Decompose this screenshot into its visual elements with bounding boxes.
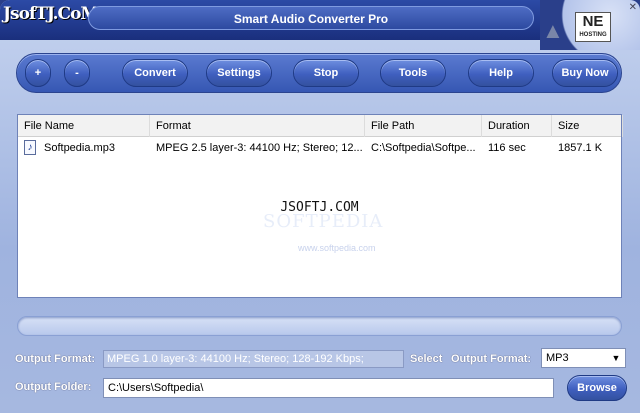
chevron-down-icon[interactable]: ▼ bbox=[609, 350, 623, 366]
softpedia-url-watermark: www.softpedia.com bbox=[298, 243, 376, 253]
skin-icon[interactable]: ▲ bbox=[542, 18, 566, 43]
table-row[interactable]: ♪ Softpedia.mp3 MPEG 2.5 layer-3: 44100 … bbox=[18, 138, 621, 158]
add-files-button[interactable]: + bbox=[25, 59, 51, 87]
app-window: JsofTJ.CoM Smart Audio Converter Pro ▲ N… bbox=[0, 0, 640, 413]
convert-button[interactable]: Convert bbox=[122, 59, 188, 87]
tools-button[interactable]: Tools bbox=[380, 59, 446, 87]
select-output-format-label: Output Format: bbox=[451, 353, 532, 365]
column-header-format[interactable]: Format bbox=[150, 115, 365, 137]
main-toolbar: + - Convert Settings Stop Tools Help Buy… bbox=[16, 53, 622, 93]
hosting-badge-subtext: HOSTING bbox=[579, 32, 607, 38]
title-pill: Smart Audio Converter Pro bbox=[88, 6, 534, 30]
jsoftj-watermark: JSOFTJ.COM bbox=[280, 200, 359, 215]
help-button[interactable]: Help bbox=[468, 59, 534, 87]
column-header-file-path[interactable]: File Path bbox=[365, 115, 482, 137]
cell-size: 1857.1 K bbox=[558, 142, 603, 154]
column-header-size[interactable]: Size bbox=[552, 115, 623, 137]
conversion-progress-bar bbox=[17, 316, 622, 336]
buy-now-button[interactable]: Buy Now bbox=[552, 59, 618, 87]
browse-button[interactable]: Browse bbox=[567, 375, 627, 401]
app-logo: JsofTJ.CoM bbox=[3, 4, 99, 24]
file-list-header: File Name Format File Path Duration Size bbox=[18, 115, 623, 137]
cell-file-name: Softpedia.mp3 bbox=[44, 142, 115, 154]
close-icon[interactable]: ✕ bbox=[629, 2, 637, 13]
select-label: Select bbox=[410, 353, 443, 365]
output-folder-field[interactable]: C:\Users\Softpedia\ bbox=[103, 378, 554, 398]
output-format-label: Output Format: bbox=[15, 353, 96, 365]
output-format-select[interactable]: MP3 ▼ bbox=[541, 348, 626, 368]
output-folder-label: Output Folder: bbox=[15, 381, 92, 393]
file-list[interactable]: File Name Format File Path Duration Size… bbox=[17, 114, 623, 298]
hosting-badge-text: NE bbox=[582, 13, 604, 30]
cell-format: MPEG 2.5 layer-3: 44100 Hz; Stereo; 12..… bbox=[156, 142, 363, 154]
column-header-file-name[interactable]: File Name bbox=[18, 115, 150, 137]
column-header-duration[interactable]: Duration bbox=[482, 115, 552, 137]
cell-duration: 116 sec bbox=[488, 142, 526, 154]
output-format-value: MPEG 1.0 layer-3: 44100 Hz; Stereo; 128-… bbox=[103, 350, 404, 368]
hosting-badge-icon[interactable]: NE HOSTING bbox=[575, 12, 611, 42]
cell-file-path: C:\Softpedia\Softpe... bbox=[371, 142, 476, 154]
settings-button[interactable]: Settings bbox=[206, 59, 272, 87]
remove-files-button[interactable]: - bbox=[64, 59, 90, 87]
stop-button[interactable]: Stop bbox=[293, 59, 359, 87]
window-title: Smart Audio Converter Pro bbox=[233, 12, 389, 26]
audio-file-icon: ♪ bbox=[24, 140, 36, 155]
output-format-selected: MP3 bbox=[546, 352, 569, 364]
